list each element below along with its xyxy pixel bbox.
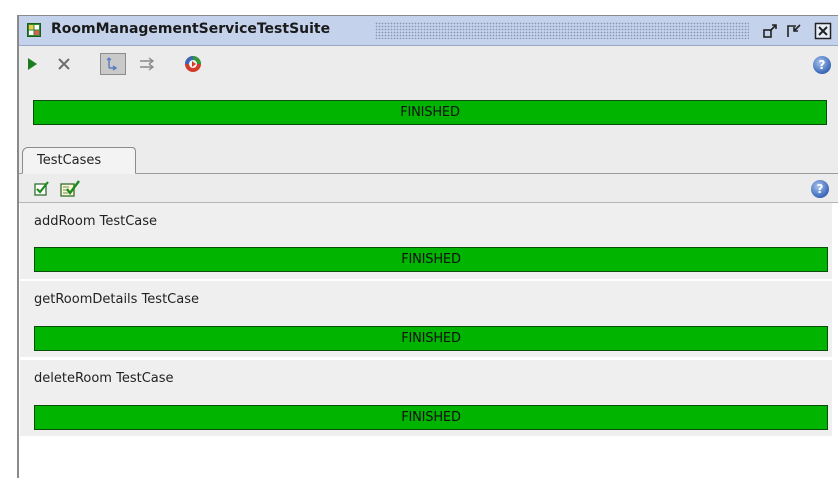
testcase-name: getRoomDetails TestCase bbox=[34, 292, 199, 307]
help-icon: ? bbox=[813, 56, 831, 74]
title-bar: RoomManagementServiceTestSuite bbox=[19, 16, 838, 46]
help-icon: ? bbox=[811, 180, 829, 198]
suite-help-button[interactable]: ? bbox=[811, 54, 833, 76]
play-icon bbox=[28, 58, 37, 70]
detach-icon[interactable] bbox=[761, 22, 779, 40]
parallel-icon bbox=[140, 57, 155, 71]
edit-testcases-icon[interactable] bbox=[59, 180, 81, 198]
testcase-name: deleteRoom TestCase bbox=[34, 371, 174, 386]
enable-testcase-icon[interactable] bbox=[33, 180, 51, 198]
testcase-status-label: FINISHED bbox=[401, 410, 461, 425]
cancel-button[interactable] bbox=[53, 53, 75, 75]
title-drag-area[interactable] bbox=[375, 22, 749, 39]
testcases-help-button[interactable]: ? bbox=[811, 180, 829, 198]
testcase-row[interactable]: deleteRoom TestCase FINISHED bbox=[20, 360, 832, 436]
dock-icon[interactable] bbox=[785, 22, 803, 40]
testcase-progress-bar: FINISHED bbox=[34, 247, 828, 272]
testcase-name: addRoom TestCase bbox=[34, 214, 158, 229]
testcase-row[interactable]: addRoom TestCase FINISHED bbox=[20, 203, 832, 279]
testcases-toolbar: ? bbox=[19, 175, 838, 203]
testcase-progress-bar: FINISHED bbox=[34, 326, 828, 351]
tab-strip: TestCases bbox=[19, 142, 838, 174]
testcase-status-label: FINISHED bbox=[401, 252, 461, 267]
testcase-row[interactable]: getRoomDetails TestCase FINISHED bbox=[20, 281, 832, 357]
window-title: RoomManagementServiceTestSuite bbox=[51, 21, 331, 37]
testcase-status-label: FINISHED bbox=[401, 331, 461, 346]
testsuite-window: RoomManagementServiceTestSuite ? FINISHE… bbox=[17, 15, 838, 478]
testcase-list: addRoom TestCase FINISHED getRoomDetails… bbox=[19, 203, 838, 478]
suite-status-label: FINISHED bbox=[400, 105, 460, 120]
run-button[interactable] bbox=[21, 53, 43, 75]
sequential-icon bbox=[106, 57, 118, 71]
options-button[interactable] bbox=[182, 53, 204, 75]
tab-label: TestCases bbox=[37, 153, 102, 168]
cancel-icon bbox=[58, 58, 70, 70]
tab-testcases[interactable]: TestCases bbox=[22, 147, 136, 174]
close-icon[interactable] bbox=[814, 22, 832, 40]
suite-toolbar: ? bbox=[19, 47, 838, 81]
testcase-progress-bar: FINISHED bbox=[34, 405, 828, 430]
suite-progress-bar: FINISHED bbox=[33, 100, 827, 125]
sequential-mode-toggle[interactable] bbox=[100, 53, 126, 75]
parallel-mode-toggle[interactable] bbox=[136, 53, 158, 75]
grid-icon bbox=[27, 23, 41, 37]
options-icon bbox=[185, 56, 201, 72]
